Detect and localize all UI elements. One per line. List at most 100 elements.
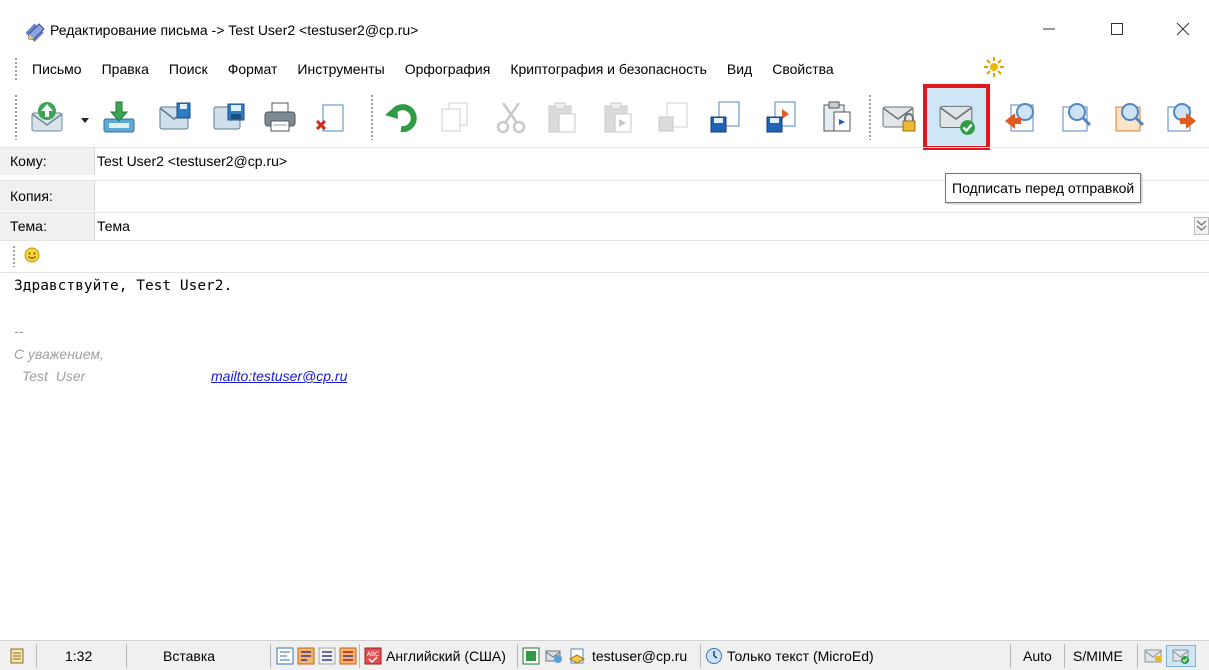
editor-format-button[interactable] [705,645,723,667]
paste-button[interactable] [541,96,583,138]
undo-button[interactable] [380,96,422,138]
document-icon [10,648,24,664]
status-separator [700,644,701,668]
close-icon [1176,22,1190,36]
save-to-outbox-icon [103,101,135,133]
save-file-button[interactable] [652,96,694,138]
justify-button[interactable] [318,645,336,667]
quote-icon [339,647,357,665]
find-button[interactable] [1054,96,1096,138]
sign-button[interactable] [923,84,990,150]
smiley-icon[interactable] [24,247,40,263]
plugin-star-icon[interactable] [983,56,1005,78]
discard-button[interactable] [310,96,352,138]
menu-properties[interactable]: Свойства [772,61,833,77]
subject-label: Тема: [0,213,95,240]
to-row: Кому: Test User2 <testuser2@cp.ru> [0,147,1209,175]
toolbar-grip[interactable] [14,94,18,140]
save-template-icon [213,103,245,130]
toolbar-grip-2[interactable] [370,94,374,140]
copy-button[interactable] [434,96,476,138]
find-prev-button[interactable] [1000,96,1042,138]
save-template-button[interactable] [208,96,250,138]
menu-letter[interactable]: Письмо [32,61,82,77]
save-disk-icon [710,101,740,133]
save-draft-button[interactable] [154,96,196,138]
sign-status-button[interactable] [1166,645,1196,667]
menu-view[interactable]: Вид [727,61,752,77]
spellcheck-button[interactable]: ABC [364,645,382,667]
expand-icon[interactable] [1194,217,1209,235]
align-left-button[interactable] [276,645,294,667]
format-bar-grip[interactable] [12,245,16,267]
message-body[interactable]: Здравствуйте, Test User2. -- С уважением… [0,272,1209,640]
signature-separator: -- [14,323,24,339]
insert-mode[interactable]: Вставка [163,645,215,667]
paste-special-icon [604,102,632,133]
close-button[interactable] [1160,12,1206,46]
wrap-button[interactable] [297,645,315,667]
encrypt-button[interactable] [878,96,920,138]
toolbar-grip-3[interactable] [868,94,872,140]
paste-icon [548,102,576,133]
sign-tooltip: Подписать перед отправкой [945,173,1142,203]
maximize-button[interactable] [1094,12,1140,46]
clock-icon [706,648,722,664]
encrypt-status-button[interactable] [1142,645,1164,667]
menu-tools[interactable]: Инструменты [297,61,384,77]
menu-crypto[interactable]: Криптография и безопасность [510,61,707,77]
signature-mail-link[interactable]: mailto:testuser@cp.ru [211,368,347,384]
align-left-icon [276,647,294,665]
menu-search[interactable]: Поиск [169,61,208,77]
menu-format[interactable]: Формат [228,61,278,77]
account-button[interactable] [568,645,586,667]
subject-field[interactable]: Тема [97,218,130,234]
format-bar [0,240,1209,272]
export-button[interactable] [760,96,802,138]
find-next-button[interactable] [1107,96,1149,138]
status-separator [517,644,518,668]
clipboard-button[interactable] [816,96,858,138]
signature-name: Test User [22,368,86,384]
save-outbox-button[interactable] [98,96,140,138]
mail-status-button[interactable] [545,645,563,667]
find-icon [1062,103,1092,132]
status-separator [1137,644,1138,668]
to-label: Кому: [0,148,95,175]
charset-selector[interactable]: Auto [1023,645,1052,667]
status-green-button[interactable] [522,645,540,667]
menu-spelling[interactable]: Орфография [405,61,491,77]
minimize-button[interactable] [1026,12,1072,46]
replace-button[interactable] [1160,96,1200,138]
find-prev-icon [1005,103,1034,132]
find-next-icon [1115,103,1145,132]
status-separator [126,644,127,668]
menu-edit[interactable]: Правка [102,61,149,77]
security-format[interactable]: S/MIME [1073,645,1123,667]
account-name[interactable]: testuser@cp.ru [592,645,687,667]
chevron-down-icon[interactable] [80,115,90,125]
edit-pencil-icon [26,23,45,42]
print-button[interactable] [259,96,301,138]
sign-icon [939,105,975,135]
sign-status-icon [1172,649,1189,664]
signature-regards: С уважением, [14,346,104,362]
language-selector[interactable]: Английский (США) [386,645,506,667]
account-icon [568,648,586,664]
justify-icon [318,647,336,665]
send-button[interactable] [26,96,68,138]
send-icon [31,102,63,132]
save-file-icon [658,102,688,132]
editor-format[interactable]: Только текст (MicroEd) [727,645,874,667]
save-disk-button[interactable] [704,96,746,138]
undo-icon [385,104,417,133]
to-field[interactable]: Test User2 <testuser2@cp.ru> [97,153,287,169]
cut-icon [496,102,526,134]
greeting-text: Здравствуйте, Test User2. [14,278,233,294]
quote-button[interactable] [339,645,357,667]
mail-check-icon [545,650,562,663]
cut-button[interactable] [490,96,532,138]
paste-special-button[interactable] [597,96,639,138]
menu-grip[interactable] [14,57,18,81]
svg-text:ABC: ABC [367,651,379,658]
